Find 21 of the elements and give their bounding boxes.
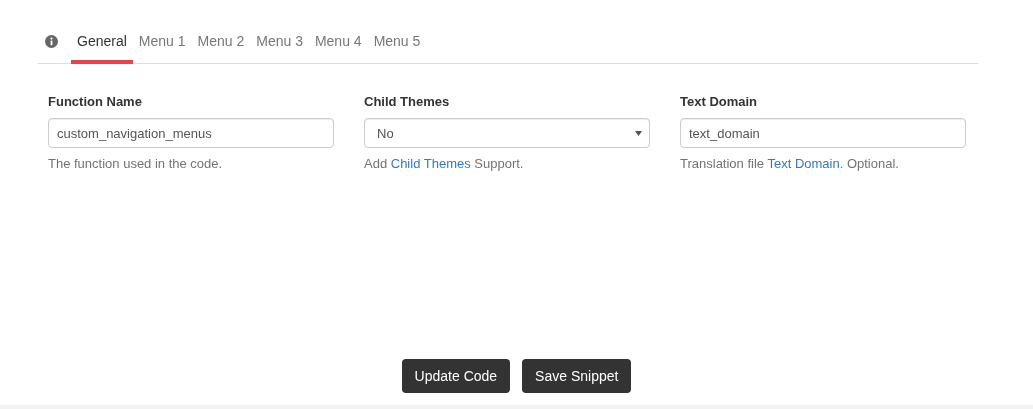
link[interactable]: Child Themes: [390, 156, 471, 171]
field-label: Function Name: [48, 94, 142, 109]
tab[interactable]: Menu 5: [367, 27, 427, 64]
help-text: Translation file Text Domain. Optional.: [680, 156, 899, 171]
help-text: The function used in the code.: [48, 156, 223, 171]
help-text: Add Child Themes Support.: [364, 156, 524, 171]
caret-icon: [635, 130, 642, 136]
input-field[interactable]: custom_navigation_menus: [48, 118, 334, 148]
input-field[interactable]: text_domain: [680, 118, 966, 148]
action-button[interactable]: Save Snippet: [522, 359, 632, 393]
tab[interactable]: Menu 2: [191, 27, 251, 64]
info-icon[interactable]: [45, 34, 58, 48]
tab[interactable]: General: [71, 27, 133, 64]
link[interactable]: Text Domain: [767, 156, 840, 171]
dropdown[interactable]: No: [364, 118, 650, 148]
tab[interactable]: Menu 1: [132, 27, 192, 64]
field-label: Child Themes: [364, 94, 450, 109]
tab[interactable]: Menu 3: [250, 27, 309, 64]
action-button[interactable]: Update Code: [401, 359, 511, 393]
tab[interactable]: Menu 4: [308, 27, 368, 64]
field-label: Text Domain: [680, 94, 758, 109]
